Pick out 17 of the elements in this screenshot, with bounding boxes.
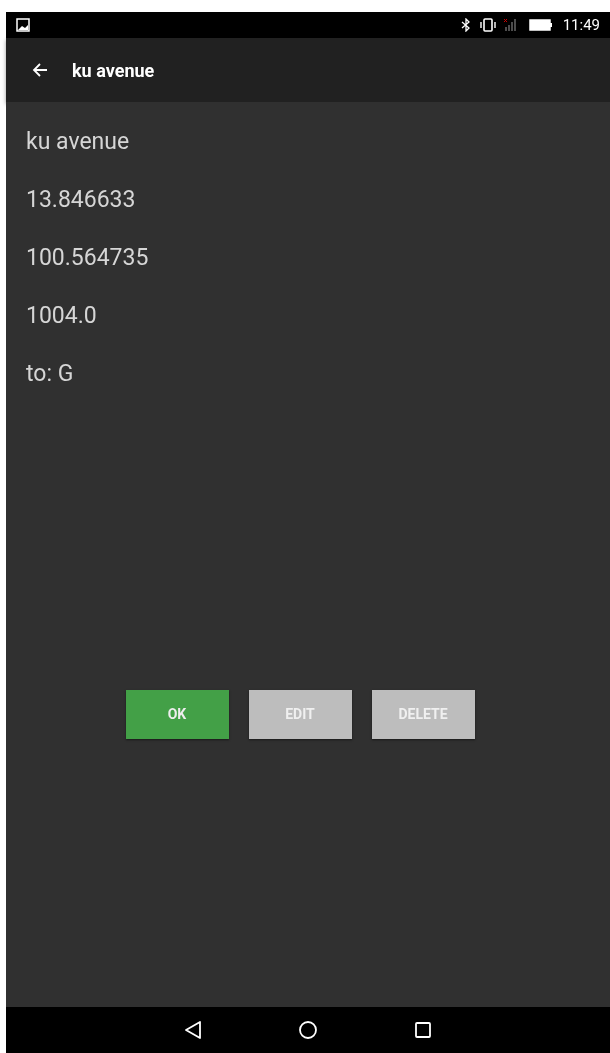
- battery-icon: [528, 18, 553, 32]
- recents-icon[interactable]: [414, 1021, 432, 1039]
- detail-text: 1004.0: [26, 302, 98, 331]
- detail-text: to: G: [26, 360, 75, 389]
- app-bar-title: ku avenue: [72, 58, 155, 83]
- back-arrow-icon: [32, 62, 48, 78]
- status-time: 11:49: [562, 14, 600, 36]
- vibrate-icon: [478, 18, 497, 32]
- no-signal-icon: [502, 18, 517, 32]
- image-icon: [16, 18, 30, 32]
- back-icon[interactable]: [184, 1020, 202, 1040]
- detail-text: ku avenue: [26, 128, 131, 157]
- detail-text: 100.564735: [26, 244, 150, 273]
- detail-text: 13.846633: [26, 186, 137, 215]
- action-button[interactable]: OK: [125, 690, 229, 739]
- bluetooth-icon: [460, 18, 471, 32]
- home-icon[interactable]: [298, 1020, 318, 1040]
